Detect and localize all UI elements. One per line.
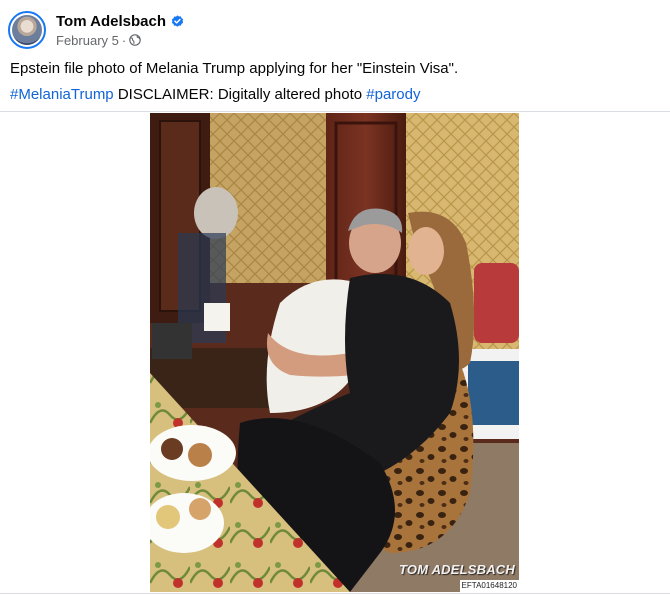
hashtag-parody-link[interactable]: #parody	[366, 86, 420, 103]
photo-scene	[150, 113, 519, 592]
author-avatar[interactable]	[8, 11, 46, 49]
photo-watermark: TOM ADELSBACH	[399, 562, 515, 577]
globe-icon[interactable]	[129, 34, 142, 46]
post-text: Epstein file photo of Melania Trump appl…	[10, 56, 650, 108]
facebook-post: Tom Adelsbach February 5 · Epstein file …	[0, 0, 670, 595]
file-id-label: EFTA01648120	[459, 580, 519, 592]
separator-dot: ·	[121, 32, 127, 48]
post-header: Tom Adelsbach February 5 ·	[8, 9, 184, 51]
red-pillow	[474, 263, 519, 343]
hashtag-melaniatrump-link[interactable]: #MelaniaTrump	[10, 86, 114, 103]
divider	[0, 111, 670, 112]
post-date-row: February 5 ·	[56, 31, 184, 49]
post-photo[interactable]: TOM ADELSBACH EFTA01648120	[150, 113, 519, 592]
author-name[interactable]: Tom Adelsbach	[56, 13, 166, 30]
wall-ornament	[194, 187, 238, 239]
disclaimer-text: DISCLAIMER: Digitally altered photo	[113, 86, 367, 103]
desk-phone	[152, 323, 192, 359]
author-row: Tom Adelsbach	[56, 11, 184, 31]
post-date[interactable]: February 5	[56, 33, 119, 48]
post-line-1: Epstein file photo of Melania Trump appl…	[10, 60, 459, 77]
bottom-divider	[0, 593, 670, 594]
post-line-2: #MelaniaTrump DISCLAIMER: Digitally alte…	[10, 82, 650, 108]
profile-photo	[12, 15, 42, 45]
verified-badge-icon	[171, 14, 184, 28]
woman-face	[408, 227, 444, 275]
post-meta: Tom Adelsbach February 5 ·	[56, 11, 184, 49]
